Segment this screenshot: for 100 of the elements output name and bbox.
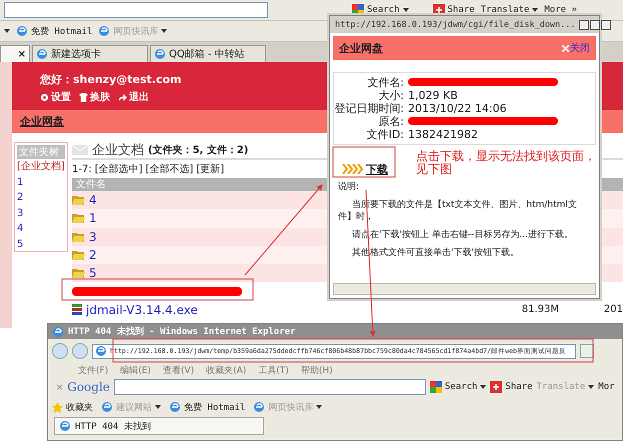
page-icon (95, 345, 107, 357)
shirt-icon (79, 92, 88, 102)
more-button[interactable]: More » (544, 5, 577, 15)
star-icon (52, 402, 63, 412)
folder-icon (72, 250, 85, 260)
file-size: 81.93M (520, 304, 559, 316)
folder-link[interactable]: 2 (89, 248, 97, 262)
header-link[interactable]: 设置 (40, 90, 71, 104)
annotation-box (332, 146, 396, 178)
arrow-icon (118, 92, 127, 102)
favorite-link[interactable]: 免费 Hotmail (169, 400, 246, 414)
page-icon (169, 401, 181, 413)
folder-icon (72, 195, 85, 206)
greeting-text: 您好：shenzy@test.com (40, 72, 182, 87)
caret-icon (402, 8, 409, 12)
browser-icon (52, 326, 64, 338)
maximize-button[interactable] (590, 20, 600, 30)
folder-link[interactable]: 5 (89, 266, 97, 280)
tree-item[interactable]: 3 (17, 206, 24, 221)
refresh-button[interactable] (580, 344, 594, 358)
window-title: http://192.168.0.193/jdwm/cgi/file_disk_down... (335, 20, 576, 30)
folder-name: 企业文档 (92, 142, 144, 159)
share-button[interactable]: Share (490, 381, 532, 393)
field-label: 登记日期时间: (334, 102, 404, 115)
browser-tab[interactable]: QQ邮箱 - 中转站 (150, 45, 266, 62)
caret-icon (480, 385, 486, 389)
browser-tab[interactable]: HTTP 404 未找到 (54, 417, 264, 435)
caret-icon (4, 29, 10, 33)
field-label: 原名: (377, 115, 404, 128)
share-icon (490, 381, 502, 393)
caret-icon (161, 29, 168, 33)
page-icon (101, 401, 113, 413)
menu-item[interactable]: 帮助(H) (300, 364, 333, 376)
menu-item[interactable]: 收藏夹(A) (206, 364, 246, 376)
field-value: 1382421982 (408, 128, 479, 141)
google-icon (430, 381, 442, 393)
envelope-icon (72, 145, 88, 155)
tree-title: 文件夹树 (17, 145, 65, 159)
favorites-button[interactable]: 收藏夹 (52, 400, 93, 414)
folder-link[interactable]: 1 (89, 211, 97, 226)
popup-heading: 企业网盘 (339, 40, 383, 56)
page-icon (98, 25, 110, 37)
close-button[interactable] (600, 20, 611, 30)
translate-button[interactable]: Translate (480, 5, 538, 15)
section-title: 企业网盘 (20, 114, 64, 129)
folder-icon (72, 232, 85, 242)
favorite-link[interactable]: 免费 Hotmail (16, 24, 92, 38)
header-link[interactable]: 退出 (118, 90, 149, 104)
more-button[interactable]: Mor (598, 382, 615, 392)
field-value: 2013/10/22 14:06 (408, 102, 508, 115)
field-value: 1,029 KB (408, 89, 459, 102)
archive-icon (72, 304, 82, 316)
tree-item[interactable]: 5 (17, 236, 24, 252)
caret-icon (588, 385, 594, 389)
tree-item[interactable]: [企业文档] (17, 159, 65, 174)
search-field[interactable] (114, 379, 426, 395)
scrollbar[interactable] (333, 283, 596, 295)
action-link[interactable]: [全部选中] (94, 162, 143, 176)
action-link[interactable]: [全部不选] (146, 162, 194, 176)
menu-item[interactable]: 查看(V) (162, 364, 194, 376)
browser-tab[interactable]: 新建选项卡 (32, 45, 148, 62)
page-icon (253, 401, 266, 413)
action-link[interactable]: [更新] (196, 162, 224, 176)
field-label: 文件名: (366, 76, 404, 89)
google-logo: Google (67, 380, 110, 394)
tree-item[interactable]: 1 (17, 174, 24, 190)
browser-icon (36, 48, 48, 60)
folder-link[interactable]: 3 (89, 230, 97, 244)
chevrons-icon (342, 164, 364, 174)
back-button[interactable] (52, 343, 68, 359)
file-link[interactable]: jdmail-V3.14.4.exe (86, 302, 198, 317)
close-icon (562, 44, 569, 52)
window-title: HTTP 404 未找到 - Windows Internet Explorer (68, 325, 296, 338)
address-field[interactable] (4, 2, 268, 18)
forward-button[interactable] (72, 343, 88, 359)
notes-title: 说明: (338, 181, 360, 193)
item-range: 1-7: (72, 164, 92, 174)
browser-icon (59, 420, 71, 432)
browser-icon (154, 48, 166, 60)
folder-counts: (文件夹：5, 文件：2) (148, 144, 248, 157)
annotation-text: 点击下载，显示无法找到该页面，见下图 (416, 150, 597, 176)
browser-tab[interactable]: × (0, 45, 30, 62)
header-link[interactable]: 换肤 (79, 90, 110, 104)
caret-icon (316, 405, 322, 409)
tree-item[interactable]: 2 (17, 190, 24, 206)
caret-icon (155, 405, 161, 409)
caret-icon (532, 8, 538, 12)
folder-icon (72, 213, 85, 224)
minimize-button[interactable] (578, 20, 589, 30)
tree-item[interactable]: 4 (17, 221, 24, 236)
field-label: 大小: (377, 89, 404, 102)
menu-item[interactable]: 工具(T) (258, 364, 289, 376)
folder-link[interactable]: 4 (89, 193, 97, 208)
search-button[interactable]: Search (430, 381, 486, 393)
menu-item[interactable]: 文件(F) (78, 364, 108, 376)
menu-item[interactable]: 编辑(E) (120, 364, 151, 376)
page-icon (16, 25, 28, 37)
field-label: 文件ID: (366, 128, 404, 141)
gear-icon (40, 92, 49, 102)
file-date: 201 (602, 304, 623, 316)
